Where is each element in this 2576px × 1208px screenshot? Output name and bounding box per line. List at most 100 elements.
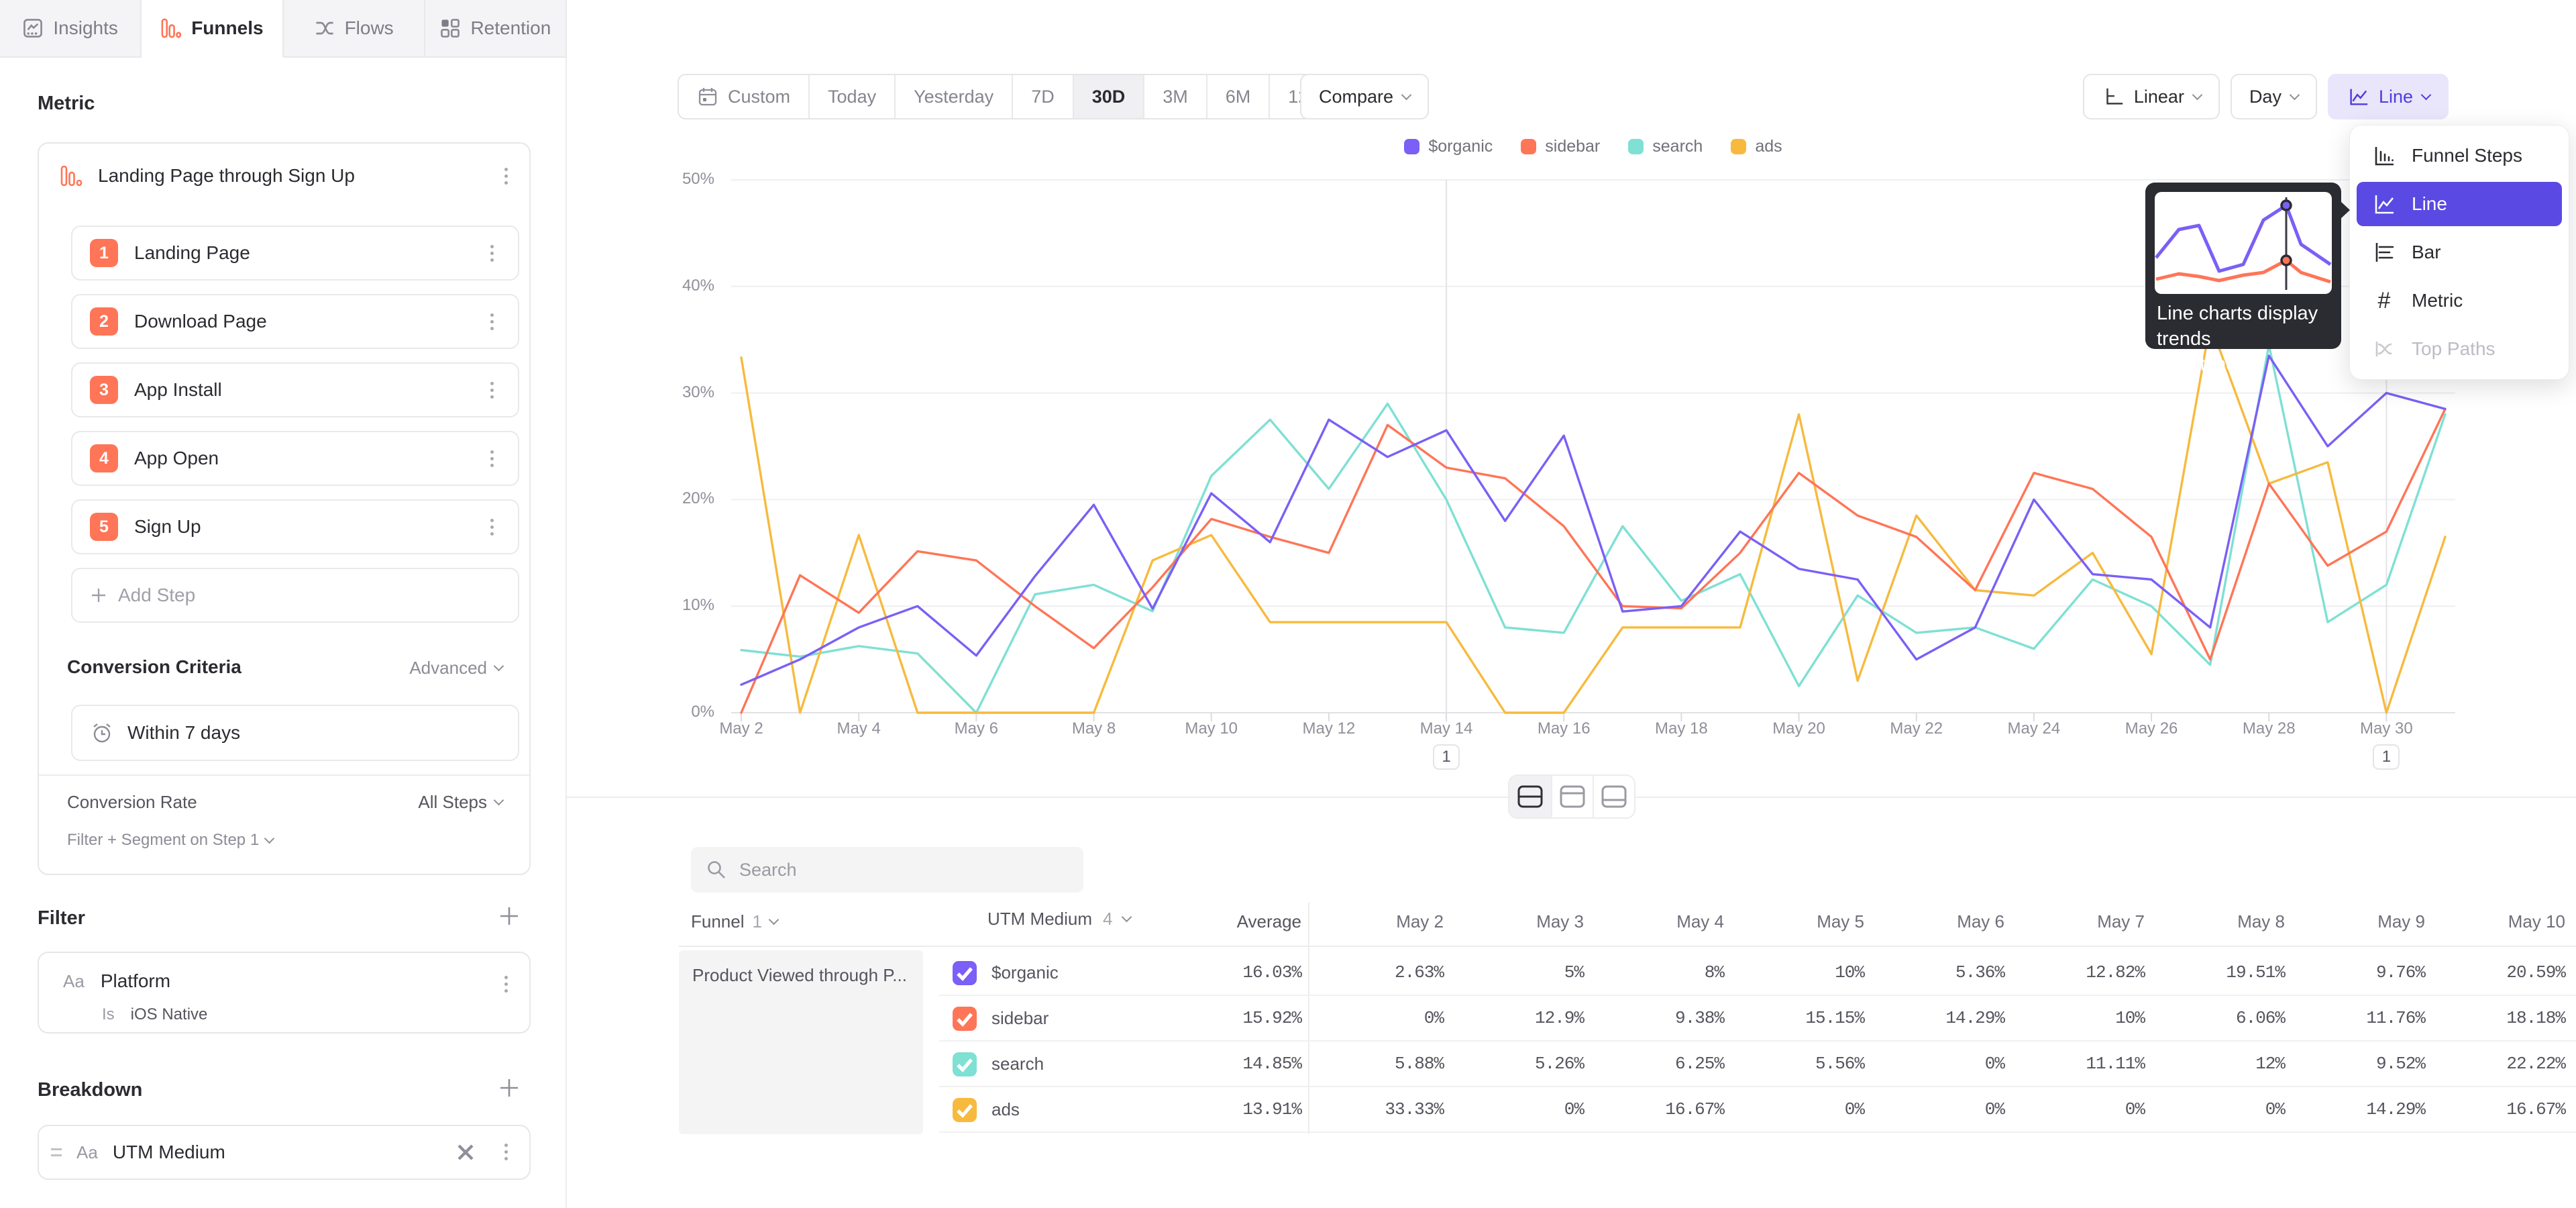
- top-tab-bar: InsightsFunnelsFlowsRetention: [0, 0, 2576, 58]
- metric-heading: Metric: [38, 93, 95, 115]
- retention-icon: [439, 17, 461, 39]
- tab-flows[interactable]: Flows: [284, 0, 425, 56]
- funnel-step-3[interactable]: 3App Install: [71, 362, 519, 417]
- range-7d[interactable]: 7D: [1012, 75, 1073, 118]
- cell-value: 9.76%: [2285, 962, 2425, 983]
- cell-value: 5.36%: [1864, 962, 2004, 983]
- funnel-steps-icon: [2371, 143, 2397, 168]
- row-checkbox[interactable]: [953, 961, 977, 985]
- cell-value: 33.33%: [1303, 1099, 1444, 1119]
- calendar-icon: [697, 86, 718, 107]
- range-6m[interactable]: 6M: [1206, 75, 1269, 118]
- range-custom[interactable]: Custom: [679, 75, 808, 118]
- tab-insights[interactable]: Insights: [0, 0, 142, 56]
- table-header-date: May 6: [1864, 911, 2004, 932]
- tab-funnels[interactable]: Funnels: [142, 0, 283, 58]
- step-label: Landing Page: [134, 242, 467, 264]
- legend-item-ads[interactable]: ads: [1731, 137, 1782, 156]
- table-search[interactable]: [691, 847, 1083, 893]
- funnel-step-5[interactable]: 5Sign Up: [71, 499, 519, 554]
- tab-retention[interactable]: Retention: [425, 0, 567, 56]
- cell-value: 14.29%: [2285, 1099, 2425, 1119]
- series-search: [741, 345, 2445, 713]
- legend-item-$organic[interactable]: $organic: [1404, 137, 1493, 156]
- metric-kebab-menu[interactable]: [497, 168, 515, 185]
- add-filter-button[interactable]: [498, 905, 521, 927]
- table-header-funnel[interactable]: Funnel 1: [691, 911, 777, 932]
- property-type-icon: Aa: [63, 971, 85, 992]
- range-30d[interactable]: 30D: [1073, 75, 1144, 118]
- step-number-badge: 2: [90, 307, 118, 336]
- step-kebab-menu[interactable]: [483, 382, 500, 399]
- step-kebab-menu[interactable]: [483, 450, 500, 467]
- split-view-button[interactable]: [1509, 776, 1551, 817]
- cell-value: 11.76%: [2285, 1008, 2425, 1028]
- step-kebab-menu[interactable]: [483, 519, 500, 536]
- remove-breakdown-icon[interactable]: [455, 1142, 476, 1162]
- date-range-selector: CustomTodayYesterday7D30D3M6M12M: [678, 74, 1343, 119]
- cell-value: 12.82%: [2004, 962, 2145, 983]
- range-today[interactable]: Today: [808, 75, 894, 118]
- interval-day-dropdown[interactable]: Day: [2231, 74, 2317, 119]
- add-step-button[interactable]: Add Step: [71, 568, 519, 623]
- range-3m[interactable]: 3M: [1143, 75, 1206, 118]
- annotation-badge[interactable]: 1: [1433, 744, 1460, 770]
- step-number-badge: 4: [90, 444, 118, 472]
- funnel-step-4[interactable]: 4App Open: [71, 431, 519, 486]
- conversion-criteria-heading: Conversion Criteria: [67, 656, 241, 678]
- search-input[interactable]: [739, 860, 1061, 880]
- cell-value: 12.9%: [1444, 1008, 1584, 1028]
- cell-value: 0%: [1864, 1099, 2004, 1119]
- advanced-dropdown[interactable]: Advanced: [409, 658, 502, 678]
- all-steps-dropdown[interactable]: All Steps: [418, 792, 502, 813]
- cell-value: 6.06%: [2145, 1008, 2285, 1028]
- funnel-step-2[interactable]: 2Download Page: [71, 294, 519, 349]
- row-checkbox[interactable]: [953, 1098, 977, 1122]
- table-header-date: May 3: [1444, 911, 1584, 932]
- tooltip-text: Line charts display trends over time.: [2157, 301, 2341, 377]
- select-all-checkbox[interactable]: [953, 907, 977, 931]
- cell-value: 14.29%: [1864, 1008, 2004, 1028]
- row-checkbox[interactable]: [953, 1052, 977, 1076]
- add-breakdown-button[interactable]: [498, 1076, 521, 1099]
- cell-value: 10%: [2004, 1008, 2145, 1028]
- filter-kebab-menu[interactable]: [497, 976, 515, 993]
- filter-segment-dropdown[interactable]: Filter + Segment on Step 1: [67, 831, 273, 850]
- query-builder-sidebar: Metric Landing Page through Sign Up 1Lan…: [0, 58, 567, 1208]
- range-yesterday[interactable]: Yesterday: [894, 75, 1012, 118]
- legend-item-sidebar[interactable]: sidebar: [1521, 137, 1600, 156]
- chart-type-line-dropdown[interactable]: Line: [2328, 74, 2449, 119]
- cell-value: 8%: [1584, 962, 1724, 983]
- conversion-window-button[interactable]: Within 7 days: [71, 705, 519, 761]
- metric-card: Landing Page through Sign Up 1Landing Pa…: [38, 142, 531, 875]
- cell-value: 12%: [2145, 1054, 2285, 1074]
- view-layout-toggle: [1508, 774, 1635, 819]
- cell-value: 0%: [1444, 1099, 1584, 1119]
- menu-item-line[interactable]: Line: [2357, 182, 2562, 226]
- filter-property-name: Platform: [101, 970, 170, 992]
- step-kebab-menu[interactable]: [483, 313, 500, 330]
- breakdown-card-utm-medium[interactable]: Aa UTM Medium: [38, 1125, 531, 1180]
- compare-button[interactable]: Compare: [1300, 74, 1429, 119]
- drag-handle-icon[interactable]: [51, 1148, 62, 1156]
- breakdown-kebab-menu[interactable]: [497, 1144, 515, 1160]
- table-view-button[interactable]: [1593, 776, 1634, 817]
- chart-view-button[interactable]: [1551, 776, 1593, 817]
- funnel-step-1[interactable]: 1Landing Page: [71, 225, 519, 281]
- cell-value: 0%: [2145, 1099, 2285, 1119]
- cell-value: 20.59%: [2425, 962, 2565, 983]
- annotation-badge[interactable]: 1: [2373, 744, 2400, 770]
- legend-item-search[interactable]: search: [1628, 137, 1703, 156]
- scale-linear-dropdown[interactable]: Linear: [2083, 74, 2220, 119]
- menu-item-funnel-steps[interactable]: Funnel Steps: [2357, 134, 2562, 178]
- filter-card-platform[interactable]: Aa Platform Is iOS Native: [38, 952, 531, 1034]
- row-checkbox[interactable]: [953, 1007, 977, 1031]
- menu-item-metric[interactable]: #Metric: [2357, 279, 2562, 323]
- search-icon: [706, 859, 727, 880]
- menu-item-bar[interactable]: Bar: [2357, 230, 2562, 274]
- table-header-breakdown[interactable]: UTM Medium 4: [953, 907, 1130, 931]
- table-row-sidebar: sidebar15.92%0%12.9%9.38%15.15%14.29%10%…: [939, 996, 2576, 1042]
- metric-icon: #: [2371, 288, 2397, 314]
- step-kebab-menu[interactable]: [483, 245, 500, 262]
- cell-value: 2.63%: [1303, 962, 1444, 983]
